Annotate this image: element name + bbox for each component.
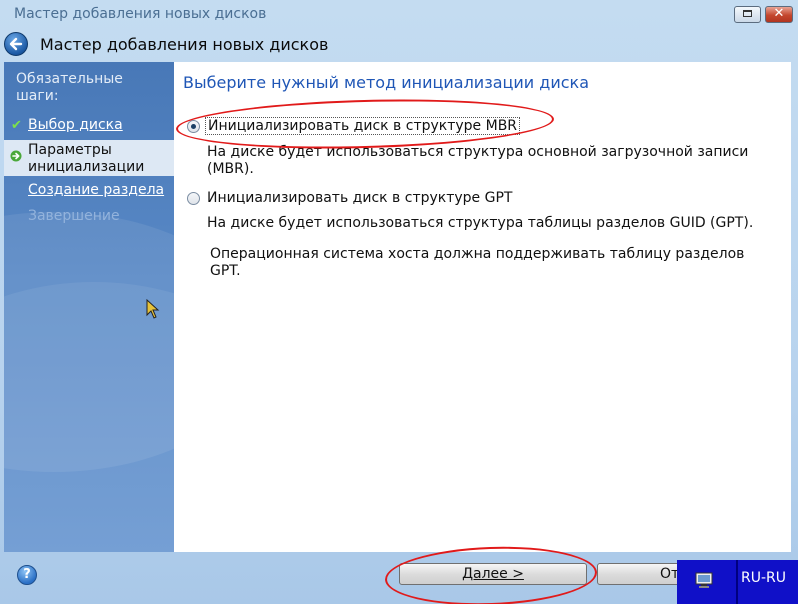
page-title: Выберите нужный метод инициализации диск… <box>183 73 590 92</box>
arrow-right-icon <box>10 150 22 162</box>
back-button[interactable] <box>4 32 28 56</box>
sidebar-item-disk-selection[interactable]: Выбор диска <box>28 117 123 134</box>
mouse-cursor-icon <box>146 299 160 319</box>
help-icon[interactable]: ? <box>17 565 37 585</box>
gpt-radio[interactable] <box>187 192 200 205</box>
keyboard-icon[interactable] <box>693 570 715 590</box>
sidebar-item-init-params: Параметры инициализации <box>28 142 168 176</box>
sidebar-item-create-partition[interactable]: Создание раздела <box>28 182 164 199</box>
wizard-heading: Мастер добавления новых дисков <box>40 35 329 54</box>
gpt-option-label[interactable]: Инициализировать диск в структуре GPT <box>207 190 512 206</box>
check-icon: ✔ <box>11 118 22 133</box>
restore-button[interactable] <box>734 6 761 23</box>
close-icon: ✕ <box>773 6 785 21</box>
sidebar-item-finish: Завершение <box>28 208 120 224</box>
steps-heading-text: Обязательные шаги: <box>16 71 123 104</box>
wizard-header: Мастер добавления новых дисков <box>0 30 798 60</box>
gpt-description: На диске будет использоваться структура … <box>207 215 754 231</box>
restore-icon <box>743 10 752 17</box>
window-title: Мастер добавления новых дисков <box>14 6 267 22</box>
wizard-window: Мастер добавления новых дисков ✕ Мастер … <box>0 0 798 604</box>
gpt-host-note: Операционная система хоста должна поддер… <box>210 246 745 279</box>
steps-heading: Обязательные шаги: <box>16 71 136 105</box>
sidebar-item-init-params-label: Параметры инициализации <box>28 142 145 175</box>
close-button[interactable]: ✕ <box>765 6 793 23</box>
title-bar: Мастер добавления новых дисков ✕ <box>0 0 798 30</box>
sidebar-decoration <box>4 282 174 552</box>
system-tray: RU-RU <box>677 560 798 604</box>
tray-separator <box>736 560 738 604</box>
back-arrow-icon <box>9 37 23 51</box>
mbr-description: На диске будет использоваться структура … <box>207 144 749 177</box>
language-indicator[interactable]: RU-RU <box>741 570 786 586</box>
